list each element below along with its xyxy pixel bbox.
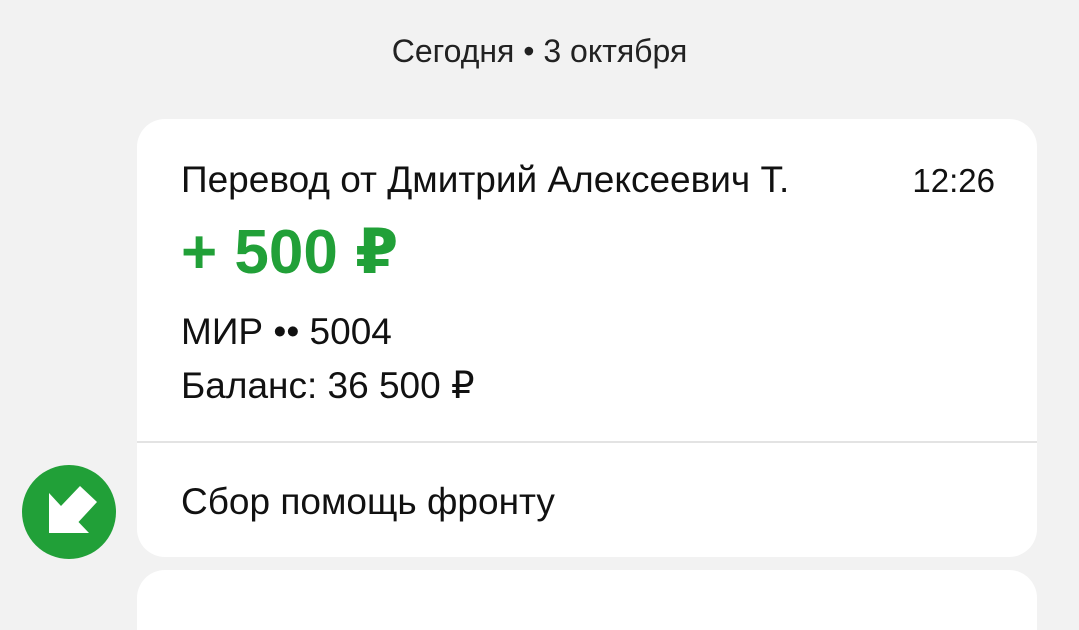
transaction-amount: + 500 ₽ <box>181 218 399 287</box>
next-transaction-card[interactable] <box>137 570 1037 630</box>
arrow-down-left-icon <box>49 486 97 533</box>
transaction-card[interactable]: Перевод от Дмитрий Алексеевич Т. 12:26 +… <box>137 119 1037 557</box>
card-divider <box>137 441 1037 443</box>
date-header: Сегодня • 3 октября <box>391 33 688 69</box>
transaction-time: 12:26 <box>912 162 995 199</box>
account-info: МИР •• 5004 <box>181 311 392 352</box>
transfer-message: Сбор помощь фронту <box>181 481 555 522</box>
transaction-title: Перевод от Дмитрий Алексеевич Т. <box>181 159 790 200</box>
balance-info: Баланс: 36 500 ₽ <box>181 365 475 406</box>
incoming-transfer-badge <box>22 465 116 559</box>
